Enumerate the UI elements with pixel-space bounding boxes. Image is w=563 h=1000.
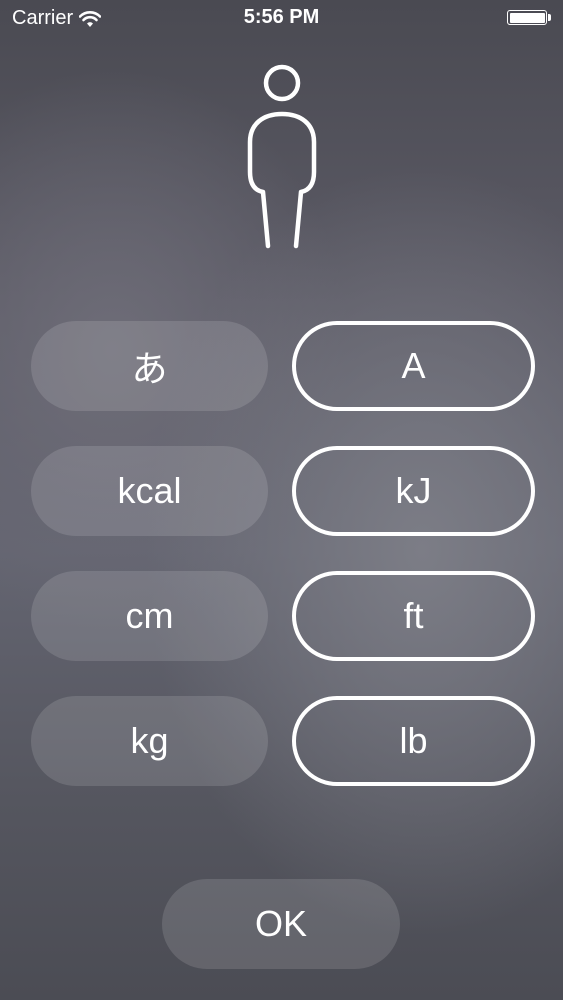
status-time: 5:56 PM (243, 6, 320, 28)
height-cm-button[interactable]: cm (31, 571, 268, 661)
ok-button[interactable]: OK (162, 879, 400, 969)
height-ft-button[interactable]: ft (292, 571, 535, 661)
person-icon (247, 64, 317, 249)
weight-kg-button[interactable]: kg (31, 696, 268, 786)
status-bar: Carrier 5:56 PM (0, 0, 563, 38)
battery-icon (507, 10, 553, 27)
language-english-button[interactable]: A (292, 321, 535, 411)
energy-kcal-button[interactable]: kcal (31, 446, 268, 536)
weight-lb-button[interactable]: lb (292, 696, 535, 786)
energy-kj-button[interactable]: kJ (292, 446, 535, 536)
language-japanese-button[interactable]: あ (31, 321, 268, 411)
